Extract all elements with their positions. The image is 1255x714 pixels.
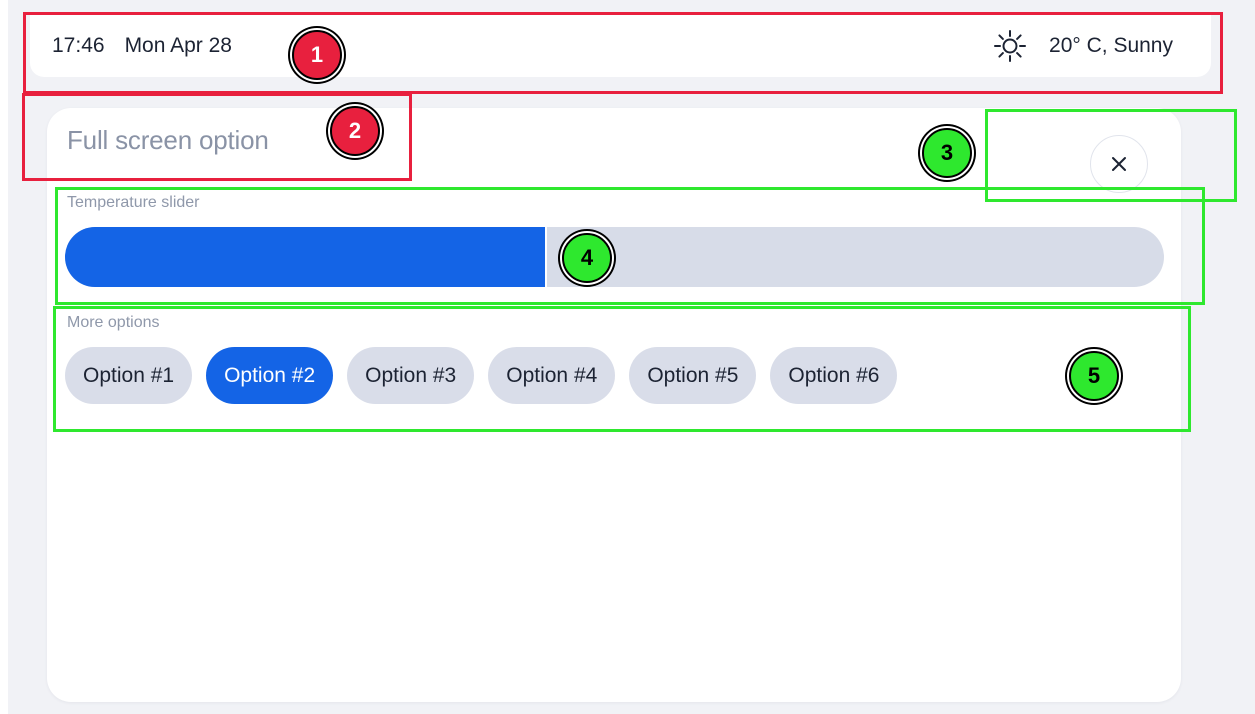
slider-handle[interactable] bbox=[545, 227, 547, 287]
slider-fill bbox=[65, 227, 545, 287]
option-chip-3[interactable]: Option #3 bbox=[347, 347, 475, 404]
sun-icon bbox=[994, 30, 1027, 62]
option-chip-4[interactable]: Option #4 bbox=[488, 347, 616, 404]
more-options-label: More options bbox=[67, 314, 160, 331]
temperature-slider[interactable] bbox=[65, 227, 1164, 287]
status-datetime: 17:46 Mon Apr 28 bbox=[52, 15, 232, 77]
temperature-slider-label: Temperature slider bbox=[67, 194, 200, 211]
close-icon bbox=[1112, 157, 1126, 171]
options-chip-row: Option #1 Option #2 Option #3 Option #4 Opti… bbox=[65, 347, 898, 404]
option-chip-5[interactable]: Option #5 bbox=[629, 347, 757, 404]
option-chip-6[interactable]: Option #6 bbox=[770, 347, 898, 404]
status-bar: 17:46 Mon Apr 28 20° C, Sunny bbox=[30, 15, 1211, 77]
status-date: Mon Apr 28 bbox=[124, 34, 232, 57]
option-chip-2[interactable]: Option #2 bbox=[206, 347, 334, 404]
status-weather: 20° C, Sunny bbox=[993, 15, 1173, 77]
close-button[interactable] bbox=[1090, 135, 1148, 193]
weather-text: 20° C, Sunny bbox=[1049, 34, 1173, 57]
option-chip-1[interactable]: Option #1 bbox=[65, 347, 193, 404]
full-screen-panel: Full screen option Temperature slider Mo… bbox=[47, 108, 1181, 702]
panel-title: Full screen option bbox=[67, 125, 269, 155]
status-time: 17:46 bbox=[52, 34, 105, 57]
